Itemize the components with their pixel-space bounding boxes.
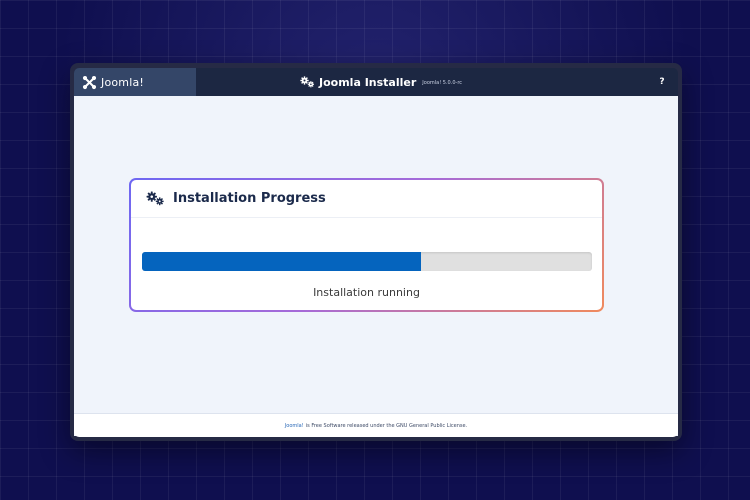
progress-card: Installation Progress Installation runni… xyxy=(129,178,604,312)
page-title: Joomla Installer xyxy=(319,75,417,89)
footer-joomla-link[interactable]: Joomla! xyxy=(285,423,304,429)
header-bar: Joomla! Joomla Installer Joomla! 5.0.0-r… xyxy=(74,68,678,96)
footer: Joomla! is Free Software released under … xyxy=(74,413,678,437)
joomla-logo-icon xyxy=(82,75,97,89)
gears-icon xyxy=(146,191,164,206)
logo-area[interactable]: Joomla! xyxy=(74,68,196,96)
status-text: Installation running xyxy=(313,286,420,299)
main-content: Installation Progress Installation runni… xyxy=(74,96,678,436)
progress-bar-fill xyxy=(142,252,421,271)
installer-window: Joomla! Joomla Installer Joomla! 5.0.0-r… xyxy=(70,63,682,441)
progress-bar xyxy=(142,252,592,271)
help-button[interactable]: ? xyxy=(656,75,668,89)
version-label: Joomla! 5.0.0-rc xyxy=(422,80,463,86)
footer-license-text: is Free Software released under the GNU … xyxy=(305,422,468,429)
card-header: Installation Progress xyxy=(131,180,602,218)
progress-card-body: Installation Progress Installation runni… xyxy=(131,180,602,310)
gears-icon xyxy=(300,76,315,88)
logo-text: Joomla! xyxy=(101,75,145,89)
card-title: Installation Progress xyxy=(173,191,326,206)
header-title-group: Joomla Installer Joomla! 5.0.0-rc xyxy=(300,68,462,96)
